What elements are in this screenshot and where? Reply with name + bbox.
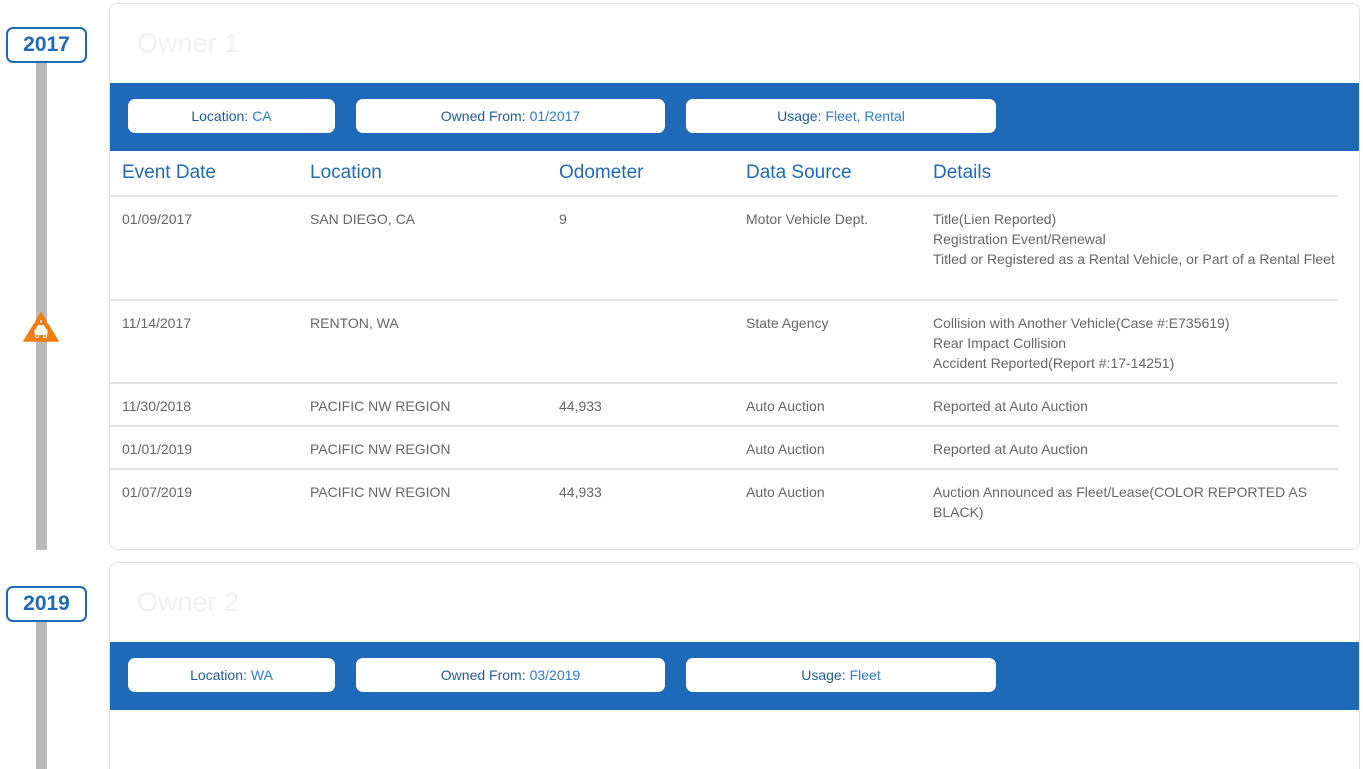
location-pill: Location: WA <box>128 658 335 692</box>
owner-card: Owner 2 Location: WA Owned From: 03/2019… <box>109 562 1360 769</box>
usage-value: Fleet, Rental <box>825 108 905 124</box>
table-row: 11/14/2017 RENTON, WA State Agency Colli… <box>110 301 1338 384</box>
car-accident-warning-icon[interactable] <box>23 312 59 342</box>
column-header-data-source: Data Source <box>746 162 852 183</box>
table-header: Event Date Location Odometer Data Source… <box>110 151 1338 197</box>
event-source: Auto Auction <box>746 441 825 457</box>
owner-title: Owner 2 <box>137 587 240 617</box>
event-details: Reported at Auto Auction <box>933 396 1343 416</box>
location-value: WA <box>250 667 273 683</box>
year-badge-2017: 2017 <box>6 27 87 63</box>
usage-pill: Usage: Fleet, Rental <box>686 99 996 133</box>
event-odometer: 44,933 <box>559 484 602 500</box>
event-location: PACIFIC NW REGION <box>310 398 451 414</box>
column-header-event-date: Event Date <box>122 162 216 183</box>
detail-line: Titled or Registered as a Rental Vehicle… <box>933 251 1335 267</box>
column-header-details: Details <box>933 162 992 183</box>
event-details: Auction Announced as Fleet/Lease(COLOR R… <box>933 482 1343 522</box>
owner-card: Owner 1 Location: CA Owned From: 01/2017… <box>109 3 1360 550</box>
owned-from-label: Owned From: <box>440 667 526 683</box>
location-value: CA <box>252 108 272 124</box>
year-badge-2019: 2019 <box>6 586 87 622</box>
event-date: 11/14/2017 <box>122 315 192 331</box>
event-date: 01/01/2019 <box>122 441 193 457</box>
event-source: Auto Auction <box>746 398 825 414</box>
location-label: Location: <box>191 108 249 124</box>
timeline-rail <box>36 620 47 769</box>
usage-label: Usage: <box>777 108 822 124</box>
events-table: Event Date Location Odometer Data Source… <box>110 151 1338 549</box>
table-row: 11/30/2018 PACIFIC NW REGION 44,933 Auto… <box>110 384 1338 427</box>
event-date: 01/09/2017 <box>122 211 193 227</box>
event-details: Reported at Auto Auction <box>933 439 1343 459</box>
event-odometer: 44,933 <box>559 398 602 414</box>
table-row: 01/07/2019 PACIFIC NW REGION 44,933 Auto… <box>110 470 1338 549</box>
event-odometer: 9 <box>559 211 567 227</box>
usage-pill: Usage: Fleet <box>686 658 996 692</box>
owner-summary-bar: Location: CA Owned From: 01/2017 Usage: … <box>110 83 1359 151</box>
owner-title: Owner 1 <box>137 28 240 58</box>
table-row: 01/01/2019 PACIFIC NW REGION Auto Auctio… <box>110 427 1338 470</box>
column-header-odometer: Odometer <box>559 162 644 183</box>
event-source: Motor Vehicle Dept. <box>746 211 869 227</box>
owner-summary-bar: Location: WA Owned From: 03/2019 Usage: … <box>110 642 1359 710</box>
usage-label: Usage: <box>801 667 846 683</box>
event-source: Auto Auction <box>746 484 825 500</box>
event-date: 01/07/2019 <box>122 484 193 500</box>
detail-line: Reported at Auto Auction <box>933 441 1088 457</box>
owned-from-label: Owned From: <box>440 108 526 124</box>
event-location: SAN DIEGO, CA <box>310 211 416 227</box>
event-location: RENTON, WA <box>310 315 399 331</box>
event-source: State Agency <box>746 315 829 331</box>
location-label: Location: <box>190 667 247 683</box>
detail-line: Reported at Auto Auction <box>933 398 1088 414</box>
detail-line: Auction Announced as Fleet/Lease(COLOR R… <box>933 484 1308 520</box>
owned-from-value: 03/2019 <box>529 667 581 683</box>
detail-line: Collision with Another Vehicle(Case #:E7… <box>933 315 1230 331</box>
owned-from-value: 01/2017 <box>529 108 581 124</box>
column-header-location: Location <box>310 162 382 183</box>
owned-from-pill: Owned From: 03/2019 <box>356 658 665 692</box>
owned-from-pill: Owned From: 01/2017 <box>356 99 665 133</box>
location-pill: Location: CA <box>128 99 335 133</box>
timeline-rail <box>36 60 47 550</box>
detail-line: Accident Reported(Report #:17-14251) <box>933 355 1175 371</box>
detail-line: Rear Impact Collision <box>933 335 1067 351</box>
event-location: PACIFIC NW REGION <box>310 484 451 500</box>
table-row: 01/09/2017 SAN DIEGO, CA 9 Motor Vehicle… <box>110 197 1338 301</box>
detail-line: Title(Lien Reported) <box>933 211 1057 227</box>
event-location: PACIFIC NW REGION <box>310 441 451 457</box>
usage-value: Fleet <box>849 667 881 683</box>
event-details: Title(Lien Reported) Registration Event/… <box>933 209 1343 269</box>
event-date: 11/30/2018 <box>122 398 192 414</box>
event-details: Collision with Another Vehicle(Case #:E7… <box>933 313 1343 373</box>
detail-line: Registration Event/Renewal <box>933 231 1106 247</box>
